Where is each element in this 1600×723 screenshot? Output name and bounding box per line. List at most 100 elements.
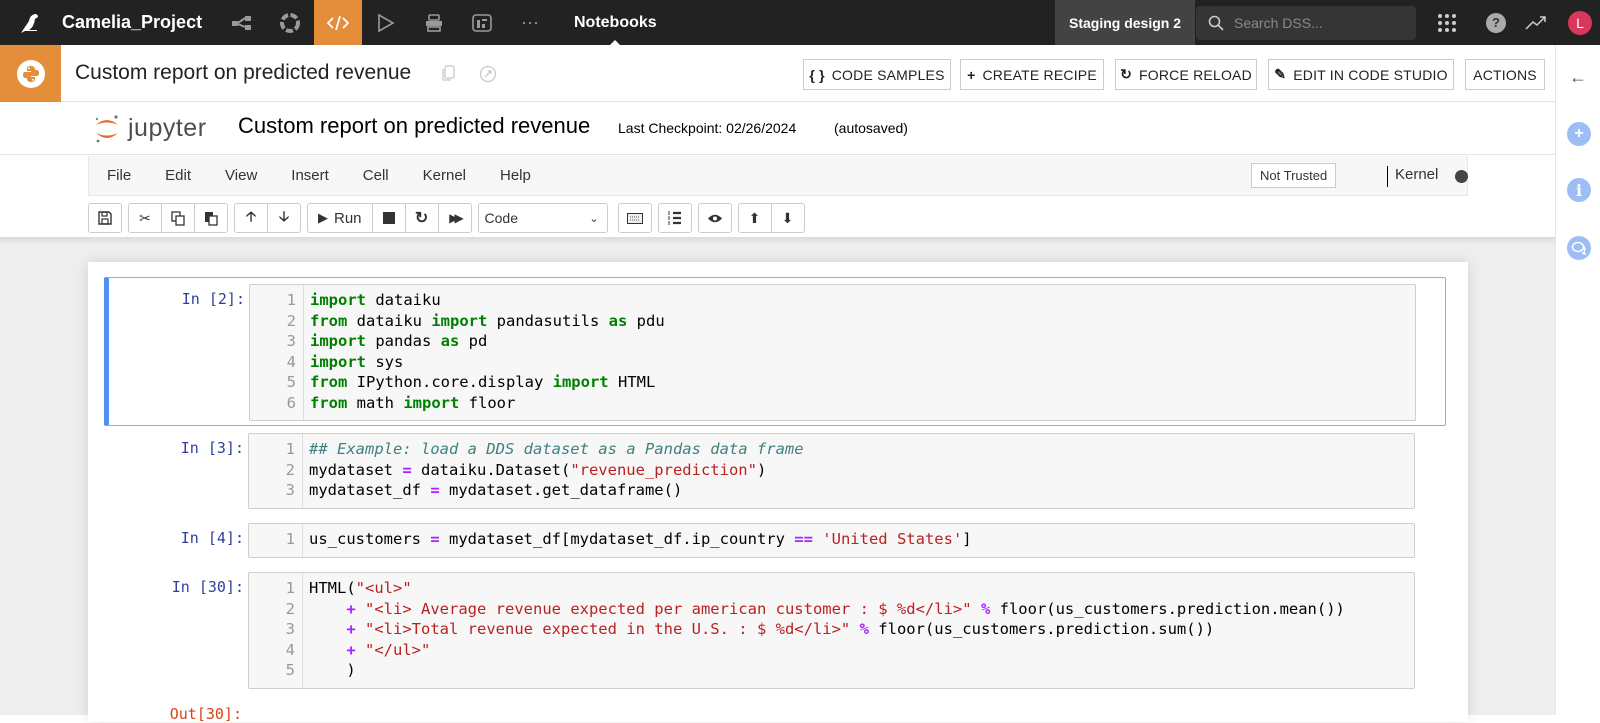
kernel-separator (1387, 166, 1388, 187)
edit-in-code-studio-button[interactable]: ✎ EDIT IN CODE STUDIO (1268, 59, 1454, 90)
flow-icon[interactable] (218, 0, 266, 45)
menu-cell[interactable]: Cell (346, 167, 406, 184)
upload-button[interactable]: ⬆︎ (737, 203, 772, 233)
line-number: 3 (286, 332, 296, 350)
code-line: 2 mydataset = dataiku.Dataset("revenue_pr… (249, 460, 804, 481)
code-line: 3 import pandas as pd (250, 331, 665, 352)
restart-run-all-button[interactable]: ▶▶ (437, 203, 472, 233)
notebook-title[interactable]: Custom report on predicted revenue (75, 61, 411, 85)
actions-button[interactable]: ACTIONS (1465, 59, 1545, 90)
restart-button[interactable]: ↻ (404, 203, 439, 233)
force-reload-button[interactable]: ↻ FORCE RELOAD (1115, 59, 1257, 90)
line-number: 1 (285, 440, 295, 458)
move-down-button[interactable]: 🡣 (267, 203, 301, 233)
instance-name[interactable]: Staging design 2 (1055, 0, 1195, 45)
discussions-icon[interactable] (1567, 236, 1591, 260)
line-number: 5 (286, 373, 296, 391)
reload-icon: ↻ (1120, 66, 1133, 82)
more-icon[interactable]: ··· (506, 0, 554, 45)
datasets-icon[interactable] (266, 0, 314, 45)
code-line: 1 HTML("<ul>" (249, 578, 1345, 599)
pencil-icon: ✎ (1274, 66, 1287, 82)
code-line: 2 + "<li> Average revenue expected per a… (249, 599, 1345, 620)
download-button[interactable]: ⬇︎ (770, 203, 805, 233)
line-number: 1 (285, 530, 295, 548)
code-cell[interactable]: In [2]: 1 import dataiku 2 from dataiku impo… (104, 277, 1446, 426)
jupyter-notebook-title[interactable]: Custom report on predicted revenue (238, 113, 590, 139)
code-line: 4 import sys (250, 352, 665, 373)
code-line: 3 mydataset_df = mydataset.get_dataframe(… (249, 480, 804, 501)
input-prompt: In [4]: (180, 529, 244, 547)
user-avatar[interactable]: L (1566, 0, 1594, 45)
code-editor[interactable]: 1 import dataiku 2 from dataiku import pand… (249, 284, 1416, 421)
code-line: 6 from math import floor (250, 393, 665, 414)
menu-file[interactable]: File (89, 167, 148, 184)
code-cell[interactable]: In [4]: 1 us_customers = mydataset_df[myda… (106, 523, 1448, 559)
kernel-name[interactable]: Kernel (1395, 166, 1438, 183)
trends-icon[interactable] (1522, 0, 1550, 45)
line-number: 2 (285, 460, 295, 479)
code-line: 3 + "<li>Total revenue expected in the U… (249, 619, 1345, 640)
create-recipe-button[interactable]: + CREATE RECIPE (960, 59, 1104, 90)
code-editor[interactable]: 1 ## Example: load a DDS dataset as a Pan… (248, 433, 1415, 509)
search-box[interactable] (1196, 6, 1416, 40)
table-of-contents-button[interactable] (657, 203, 692, 233)
not-trusted-button[interactable]: Not Trusted (1251, 163, 1337, 188)
info-icon[interactable]: i (1567, 178, 1591, 202)
input-prompt: In [30]: (171, 578, 244, 596)
fast-forward-icon: ▶▶ (449, 211, 464, 225)
code-line: 1 us_customers = mydataset_df[mydataset_d… (249, 529, 972, 550)
run-icon[interactable] (362, 0, 410, 45)
code-cell[interactable]: In [30]:▼1HTML("<ul>"2 + "<li> Average r… (106, 572, 1448, 690)
project-name[interactable]: Camelia_Project (58, 12, 218, 33)
input-prompt: In [3]: (180, 439, 244, 457)
copy-cells-button[interactable] (161, 203, 195, 233)
run-button[interactable]: ▶ Run (307, 203, 373, 233)
move-up-button[interactable]: 🡡 (234, 203, 268, 233)
copy-icon[interactable] (441, 65, 455, 87)
line-number: 6 (286, 393, 296, 412)
arrow-down-icon: 🡣 (278, 208, 290, 224)
code-cell[interactable]: In [3]:▼1## Example: load a DDS dataset … (106, 433, 1448, 510)
menu-help[interactable]: Help (483, 167, 548, 184)
preview-button[interactable] (697, 203, 732, 233)
stop-icon (382, 212, 395, 224)
code-samples-button[interactable]: { } CODE SAMPLES (803, 59, 951, 90)
line-number: 5 (285, 661, 295, 679)
git-sync-icon[interactable] (479, 65, 497, 88)
menu-kernel[interactable]: Kernel (406, 167, 483, 184)
paste-button[interactable] (194, 203, 228, 233)
keyboard-icon (626, 212, 643, 224)
save-button[interactable] (88, 203, 122, 233)
apps-menu-icon[interactable] (1432, 0, 1462, 45)
jupyter-menubar: File Edit View Insert Cell Kernel Help N… (88, 156, 1468, 196)
code-icon[interactable] (314, 0, 362, 45)
cut-button[interactable]: ✂ (128, 203, 162, 233)
jupyter-logo[interactable]: jupyter (92, 111, 207, 145)
dataiku-logo-icon[interactable] (0, 0, 58, 45)
right-rail: ← + i (1555, 45, 1600, 715)
input-prompt: In [2]: (181, 290, 245, 308)
add-icon[interactable]: + (1567, 122, 1591, 146)
code-editor[interactable]: 1 us_customers = mydataset_df[mydataset_d… (248, 523, 1415, 558)
braces-icon: { } (809, 66, 825, 83)
collapse-arrow-icon[interactable]: ← (1569, 67, 1587, 88)
code-line: 1 ## Example: load a DDS dataset as a Pan… (249, 439, 804, 460)
menu-view[interactable]: View (208, 167, 274, 184)
dashboard-icon[interactable] (458, 0, 506, 45)
help-button[interactable]: ? (1482, 0, 1510, 45)
command-palette-button[interactable] (617, 203, 652, 233)
interrupt-button[interactable] (371, 203, 406, 233)
menu-edit[interactable]: Edit (148, 167, 208, 184)
menu-insert[interactable]: Insert (274, 167, 346, 184)
code-editor[interactable]: 1 HTML("<ul>" 2 + "<li> Average revenue ex… (248, 572, 1415, 689)
cell-type-select[interactable]: Code ⌄ (477, 203, 608, 233)
scissors-icon: ✂ (139, 209, 151, 226)
jobs-icon[interactable] (410, 0, 458, 45)
line-number: 3 (285, 481, 295, 499)
arrow-up-circle-icon: ⬆︎ (748, 209, 761, 226)
search-input[interactable] (1234, 15, 1404, 31)
last-checkpoint: Last Checkpoint: 02/26/2024 (618, 120, 797, 136)
section-notebooks[interactable]: Notebooks (574, 0, 657, 45)
kernel-status-indicator-icon (1455, 170, 1468, 183)
